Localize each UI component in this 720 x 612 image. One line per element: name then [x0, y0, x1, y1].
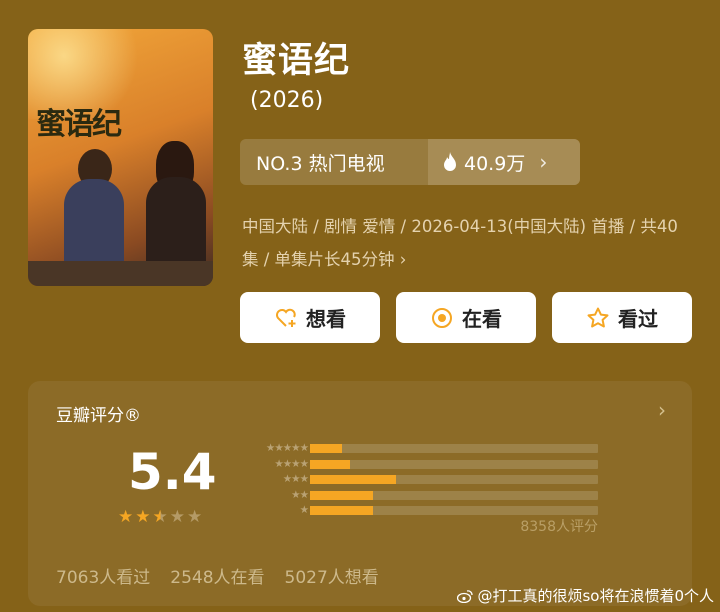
chevron-right-icon: › [399, 250, 407, 269]
rating-star-icon: ★ [169, 507, 185, 527]
watched-label: 看过 [618, 307, 658, 331]
rating-stars: ★ ★ ★ ★ ★ [118, 507, 202, 527]
watermark-text: @打工真的很烦so将在浪惯着0个人 [477, 587, 714, 605]
poster-desk [28, 261, 213, 286]
rating-star-icon: ★ [152, 507, 168, 527]
histogram-row: ★★ [236, 488, 606, 504]
flame-icon [444, 152, 456, 171]
audience-counts: 7063人看过 2548人在看 5027人想看 [56, 563, 379, 588]
heart-plus-icon [276, 308, 296, 327]
heat-section[interactable]: 40.9万 › [428, 139, 580, 185]
poster-title: 蜜语纪 [36, 107, 122, 142]
watched-count: 7063人看过 [56, 568, 151, 588]
show-year: (2026) [250, 88, 324, 113]
histogram-star-label: ★★★ [282, 473, 309, 485]
want-to-watch-button[interactable]: 想看 [240, 292, 380, 343]
douban-rating-card[interactable]: 豆瓣评分® › 5.4 ★ ★ ★ ★ ★ ★★★★★ ★★★★ ★★★ ★★ ★ 8358人评… [28, 381, 692, 606]
histogram-track [310, 490, 598, 500]
histogram-star-label: ★★★★ [274, 457, 309, 470]
histogram-row: ★★★ [236, 472, 606, 488]
meta-text: 中国大陆 / 剧情 爱情 / 2026-04-13(中国大陆) 首播 / 共40… [242, 217, 678, 269]
heat-value: 40.9万 [464, 152, 526, 175]
rating-star-icon: ★ [187, 507, 203, 527]
rank-label: NO.3 热门电视 [256, 152, 385, 175]
histogram-track [310, 506, 598, 515]
rating-total: 8358人评分 [520, 519, 598, 535]
watched-button[interactable]: 看过 [552, 292, 692, 343]
poster-figure-man [64, 179, 124, 274]
histogram-star-label: ★★ [291, 488, 309, 501]
watching-count: 2548人在看 [170, 568, 265, 588]
histogram-star-label: ★★★★★ [265, 442, 309, 454]
histogram-star-label: ★ [299, 504, 309, 516]
chevron-right-icon[interactable]: › [658, 398, 666, 422]
weibo-logo-icon [457, 589, 474, 603]
want-count: 5027人想看 [284, 568, 379, 588]
histogram-row: ★★★★ [236, 457, 606, 473]
weibo-watermark: @打工真的很烦so将在浪惯着0个人 [457, 585, 714, 606]
histogram-bar [310, 506, 374, 515]
rating-histogram: ★★★★★ ★★★★ ★★★ ★★ ★ [236, 441, 606, 519]
rating-title: 豆瓣评分® [56, 406, 141, 426]
histogram-track [310, 459, 598, 469]
ranking-pill[interactable]: NO.3 热门电视 40.9万 › [240, 139, 580, 185]
rating-star-icon: ★ [135, 507, 151, 527]
histogram-track [310, 475, 598, 484]
show-title: 蜜语纪 [242, 41, 351, 81]
watching-label: 在看 [462, 307, 502, 331]
star-outline-icon [587, 307, 609, 327]
histogram-track [310, 444, 598, 453]
histogram-bar [310, 444, 342, 453]
histogram-bar [310, 459, 351, 469]
poster-image[interactable]: 蜜语纪 [28, 29, 213, 286]
want-label: 想看 [306, 307, 346, 331]
target-icon [432, 307, 452, 328]
show-meta-info[interactable]: 中国大陆 / 剧情 爱情 / 2026-04-13(中国大陆) 首播 / 共40… [242, 210, 692, 276]
rating-score: 5.4 [128, 443, 217, 501]
histogram-bar [310, 490, 374, 500]
histogram-bar [310, 475, 397, 484]
rating-star-icon: ★ [118, 507, 134, 527]
watching-button[interactable]: 在看 [396, 292, 536, 343]
chevron-right-icon: › [539, 150, 548, 174]
histogram-row: ★★★★★ [236, 441, 606, 457]
